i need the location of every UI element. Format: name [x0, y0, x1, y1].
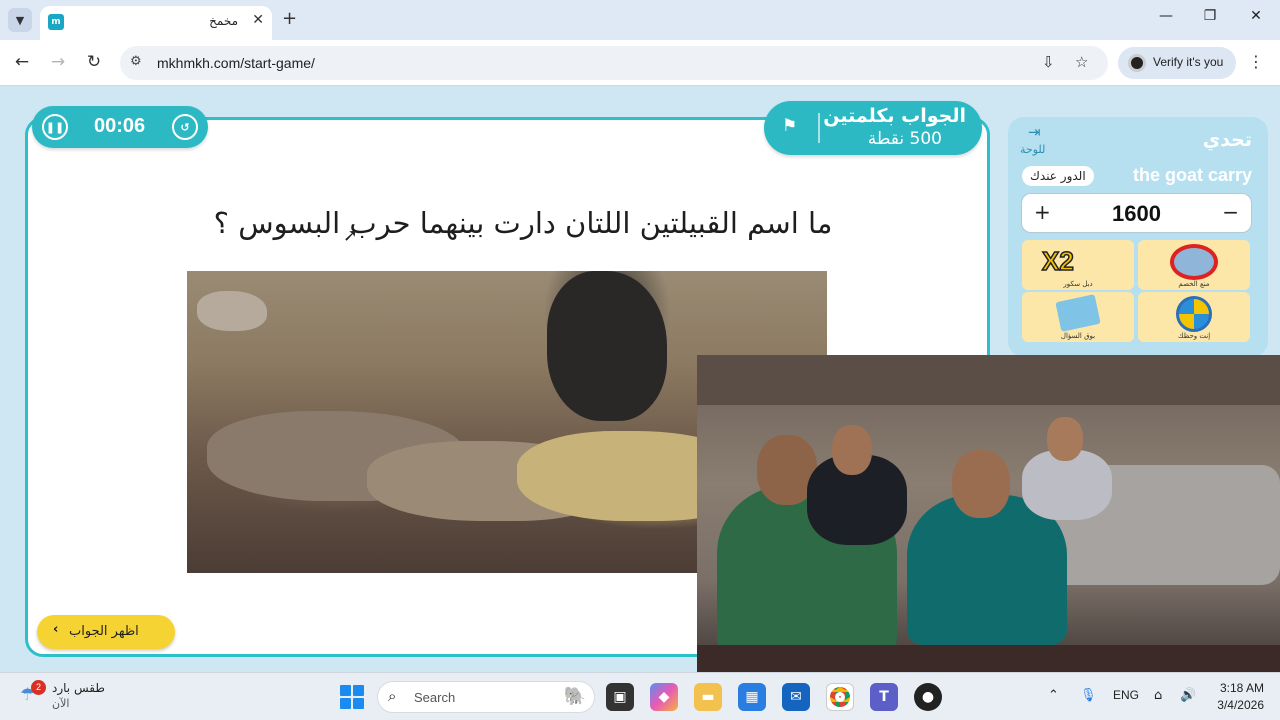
- aid-label: إنت وحظك: [1177, 332, 1211, 340]
- question-type: الجواب بكلمتين: [823, 105, 966, 127]
- aid-label: دبل سكور: [1063, 280, 1093, 288]
- question-text: ما اسم القبيلتين اللتان دارت بينهما حرب …: [213, 206, 833, 240]
- show-hidden-icons-chevron-icon[interactable]: ⌃: [1048, 688, 1059, 703]
- webcam-overlay: [697, 355, 1280, 677]
- new-tab-button[interactable]: +: [282, 8, 297, 29]
- taskbar-search[interactable]: ⌕ Search 🐘: [377, 681, 595, 713]
- chevron-left-icon: ‹: [53, 622, 59, 637]
- microsoft-store-icon[interactable]: ▦: [738, 683, 766, 711]
- score-value: 1600: [1112, 201, 1161, 226]
- timer-value: 00:06: [94, 115, 146, 137]
- question-cards-icon: [1055, 294, 1101, 332]
- bookmark-star-icon[interactable]: ☆: [1075, 53, 1088, 71]
- pause-icon[interactable]: ❚❚: [42, 114, 68, 140]
- score-minus-button[interactable]: −: [1222, 200, 1239, 224]
- copilot-icon[interactable]: ◆: [650, 683, 678, 711]
- weather-title[interactable]: طقس بارد: [52, 681, 105, 695]
- question-points: 500 نقطة: [867, 129, 942, 149]
- report-flag-icon[interactable]: ⚑: [782, 116, 797, 136]
- search-placeholder: Search: [414, 690, 456, 705]
- notification-badge: 2: [31, 680, 46, 695]
- tab-close-icon[interactable]: ✕: [252, 12, 264, 28]
- reload-icon[interactable]: ↻: [83, 52, 105, 72]
- weather-subtitle: الآن: [52, 697, 70, 710]
- verify-profile-button[interactable]: Verify it's you: [1118, 47, 1236, 79]
- minimize-icon[interactable]: —: [1156, 8, 1176, 24]
- search-highlight-icon: 🐘: [563, 686, 586, 707]
- team-name: the goat carry: [1132, 165, 1252, 185]
- x2-icon: X2: [1041, 245, 1074, 277]
- tab-title: مخمخ: [209, 14, 238, 28]
- aid-wheel-of-luck[interactable]: إنت وحظك: [1138, 292, 1250, 342]
- badge-divider: [818, 113, 820, 143]
- clock-time[interactable]: 3:18 AM: [1214, 681, 1264, 695]
- input-language[interactable]: ENG: [1113, 688, 1139, 702]
- profile-avatar: [1128, 54, 1146, 72]
- block-opponent-icon: [1170, 244, 1218, 280]
- wheel-of-luck-icon: [1176, 296, 1212, 332]
- forward-icon[interactable]: →: [47, 52, 69, 72]
- install-app-icon[interactable]: ⇩: [1042, 53, 1055, 71]
- back-to-board-label[interactable]: للوحة: [1020, 143, 1045, 156]
- aid-question-cards[interactable]: بوق السؤال: [1022, 292, 1134, 342]
- search-icon: ⌕: [388, 687, 397, 705]
- site-favicon-icon: m: [48, 14, 64, 30]
- turn-badge: الدور عندك: [1022, 166, 1094, 186]
- address-bar[interactable]: ⚙ mkhmkh.com/start-game/ ⇩ ☆: [120, 46, 1108, 80]
- back-icon[interactable]: ←: [11, 52, 33, 72]
- windows-taskbar: ☂ 2 طقس بارد الآن ⌕ Search 🐘 ▣ ◆ ▬ ▦ ✉ T…: [0, 672, 1280, 720]
- restore-icon[interactable]: ❐: [1200, 8, 1220, 24]
- volume-icon[interactable]: 🔊: [1180, 688, 1196, 703]
- active-tab[interactable]: m مخمخ ✕: [40, 6, 272, 40]
- score-stepper: + 1600 −: [1021, 193, 1252, 233]
- aid-double-score[interactable]: X2 دبل سكور: [1022, 240, 1134, 290]
- team-panel: تحدي ⇥ للوحة the goat carry الدور عندك +…: [1008, 117, 1268, 357]
- microphone-icon[interactable]: 🎙: [1080, 688, 1097, 703]
- clock-date[interactable]: 3/4/2026: [1207, 698, 1264, 712]
- show-answer-button[interactable]: ‹ اظهر الجواب: [37, 615, 175, 649]
- back-to-board-icon[interactable]: ⇥: [1028, 123, 1041, 141]
- teams-icon[interactable]: T: [870, 683, 898, 711]
- windows-start-icon[interactable]: [340, 685, 364, 709]
- challenge-label: تحدي: [1202, 129, 1252, 151]
- url-text[interactable]: mkhmkh.com/start-game/: [157, 55, 315, 71]
- tab-strip: ▼ m مخمخ ✕ + — ❐ ✕: [0, 0, 1280, 40]
- aid-label: منع الخصم: [1178, 280, 1210, 288]
- outlook-icon[interactable]: ✉: [782, 683, 810, 711]
- aid-block-opponent[interactable]: منع الخصم: [1138, 240, 1250, 290]
- verify-label: Verify it's you: [1153, 55, 1224, 69]
- timer-pill: ❚❚ 00:06 ↺: [32, 106, 208, 148]
- chrome-icon[interactable]: [826, 683, 854, 711]
- tab-search-chevron-icon[interactable]: ▼: [8, 8, 32, 32]
- network-icon[interactable]: ⌂: [1154, 688, 1162, 703]
- site-settings-icon[interactable]: ⚙: [130, 54, 142, 69]
- browser-toolbar: ← → ↻ ⚙ mkhmkh.com/start-game/ ⇩ ☆ Verif…: [0, 40, 1280, 86]
- window-close-icon[interactable]: ✕: [1246, 8, 1266, 24]
- obs-icon[interactable]: ●: [914, 683, 942, 711]
- menu-kebab-icon[interactable]: ⋮: [1248, 52, 1264, 71]
- task-view-icon[interactable]: ▣: [606, 683, 634, 711]
- question-info-badge: ⚑ الجواب بكلمتين 500 نقطة: [764, 101, 982, 155]
- show-answer-label: اظهر الجواب: [69, 624, 139, 639]
- aid-label: بوق السؤال: [1060, 332, 1096, 340]
- file-explorer-icon[interactable]: ▬: [694, 683, 722, 711]
- reset-timer-icon[interactable]: ↺: [172, 114, 198, 140]
- mouse-cursor-icon: ➚: [343, 225, 359, 246]
